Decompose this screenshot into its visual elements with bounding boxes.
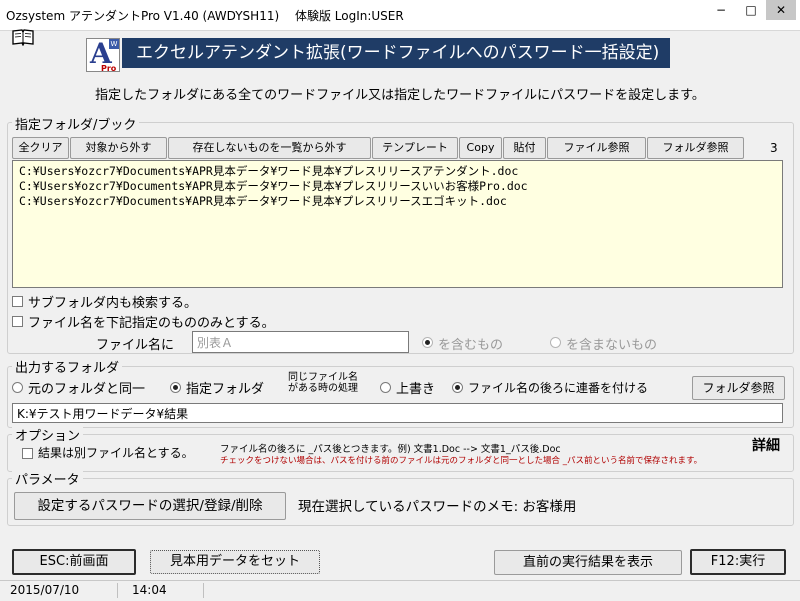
option-group-legend: オプション [12,425,84,444]
set-sample-data-button[interactable]: 見本用データをセット [150,550,320,574]
append-number-radio[interactable] [452,382,463,393]
save-as-other-label: 結果は別ファイル名とする。 [38,446,194,460]
output-folder-browse-button[interactable]: フォルダ参照 [692,376,785,400]
title-bar: Ozsystem アテンダントPro V1.40 (AWDYSH11) 体験版 … [0,0,800,31]
status-date: 2015/07/10 [4,583,118,598]
file-list[interactable]: C:¥Users¥ozcr7¥Documents¥APR見本データ¥ワード見本¥… [12,160,783,288]
specified-folder-radio[interactable] [170,382,181,393]
param-group-legend: パラメータ [12,469,83,488]
filename-label: ファイル名に [96,338,175,353]
same-name-label: 同じファイル名 がある時の処理 [288,372,358,394]
select-password-button[interactable]: 設定するパスワードの選択/登録/削除 [14,492,286,520]
specified-folder-label: 指定フォルダ [186,382,265,397]
template-button[interactable]: テンプレート [372,137,458,159]
not-contains-label: を含まないもの [566,338,658,353]
clear-all-button[interactable]: 全クリア [12,137,69,159]
window-controls: − □ ✕ [706,0,796,20]
save-as-other-checkbox[interactable] [22,448,33,459]
option-note-2: チェックをつけない場合は、パスを付ける前のファイルは元のフォルダと同一とした場合… [220,456,703,466]
paste-button[interactable]: 貼付 [503,137,546,159]
folder-group-legend: 指定フォルダ/ブック [12,114,140,133]
output-path-input[interactable]: K:¥テスト用ワードデータ¥結果 [12,403,783,423]
copy-button[interactable]: Copy [459,137,502,159]
folder-browse-button[interactable]: フォルダ参照 [647,137,744,159]
search-subfolders-checkbox[interactable] [12,296,23,307]
same-folder-radio[interactable] [12,382,23,393]
banner-title: エクセルアテンダント拡張(ワードファイルへのパスワード一括設定) [122,38,670,68]
append-number-label: ファイル名の後ろに連番を付ける [468,381,649,395]
run-button[interactable]: F12:実行 [690,549,786,575]
maximize-button[interactable]: □ [736,0,766,20]
description-text: 指定したフォルダにある全てのワードファイル又は指定したワードファイルにパスワード… [95,88,705,103]
overwrite-label: 上書き [396,382,436,397]
list-item[interactable]: C:¥Users¥ozcr7¥Documents¥APR見本データ¥ワード見本¥… [19,164,776,179]
exclude-missing-button[interactable]: 存在しないものを一覧から外す [168,137,371,159]
same-name-label-line1: 同じファイル名 [288,372,358,383]
contains-radio[interactable] [422,337,433,348]
password-memo: 現在選択しているパスワードのメモ: お客様用 [298,499,577,515]
logo-tag: W [109,39,119,49]
file-browse-button[interactable]: ファイル参照 [547,137,646,159]
overwrite-radio[interactable] [380,382,391,393]
esc-back-button[interactable]: ESC:前画面 [12,549,136,575]
status-time: 14:04 [118,583,204,598]
same-name-label-line2: がある時の処理 [288,383,358,394]
filter-by-name-checkbox[interactable] [12,316,23,327]
search-subfolders-label: サブフォルダ内も検索する。 [28,296,198,311]
output-group-legend: 出力するフォルダ [12,357,123,376]
book-icon[interactable] [12,28,34,46]
list-item[interactable]: C:¥Users¥ozcr7¥Documents¥APR見本データ¥ワード見本¥… [19,194,776,209]
details-link[interactable]: 詳細 [752,435,780,455]
not-contains-radio[interactable] [550,337,561,348]
minimize-button[interactable]: − [706,0,736,20]
filter-by-name-label: ファイル名を下記指定のもののみとする。 [28,316,275,331]
file-count: 3 [770,141,778,155]
app-logo: A W Pro [86,37,120,73]
logo-pro: Pro [101,64,117,73]
close-button[interactable]: ✕ [766,0,796,20]
option-note-1: ファイル名の後ろに _パス後とつきます。例) 文書1.Doc --> 文書1_パ… [220,444,561,455]
filename-input[interactable]: 別表Ａ [192,331,409,353]
show-last-result-button[interactable]: 直前の実行結果を表示 [494,550,682,575]
contains-label: を含むもの [438,338,504,353]
exclude-target-button[interactable]: 対象から外す [70,137,167,159]
list-item[interactable]: C:¥Users¥ozcr7¥Documents¥APR見本データ¥ワード見本¥… [19,179,776,194]
same-folder-label: 元のフォルダと同一 [28,382,146,397]
status-bar: 2015/07/10 14:04 [0,580,800,601]
window-title: Ozsystem アテンダントPro V1.40 (AWDYSH11) 体験版 … [6,9,404,23]
